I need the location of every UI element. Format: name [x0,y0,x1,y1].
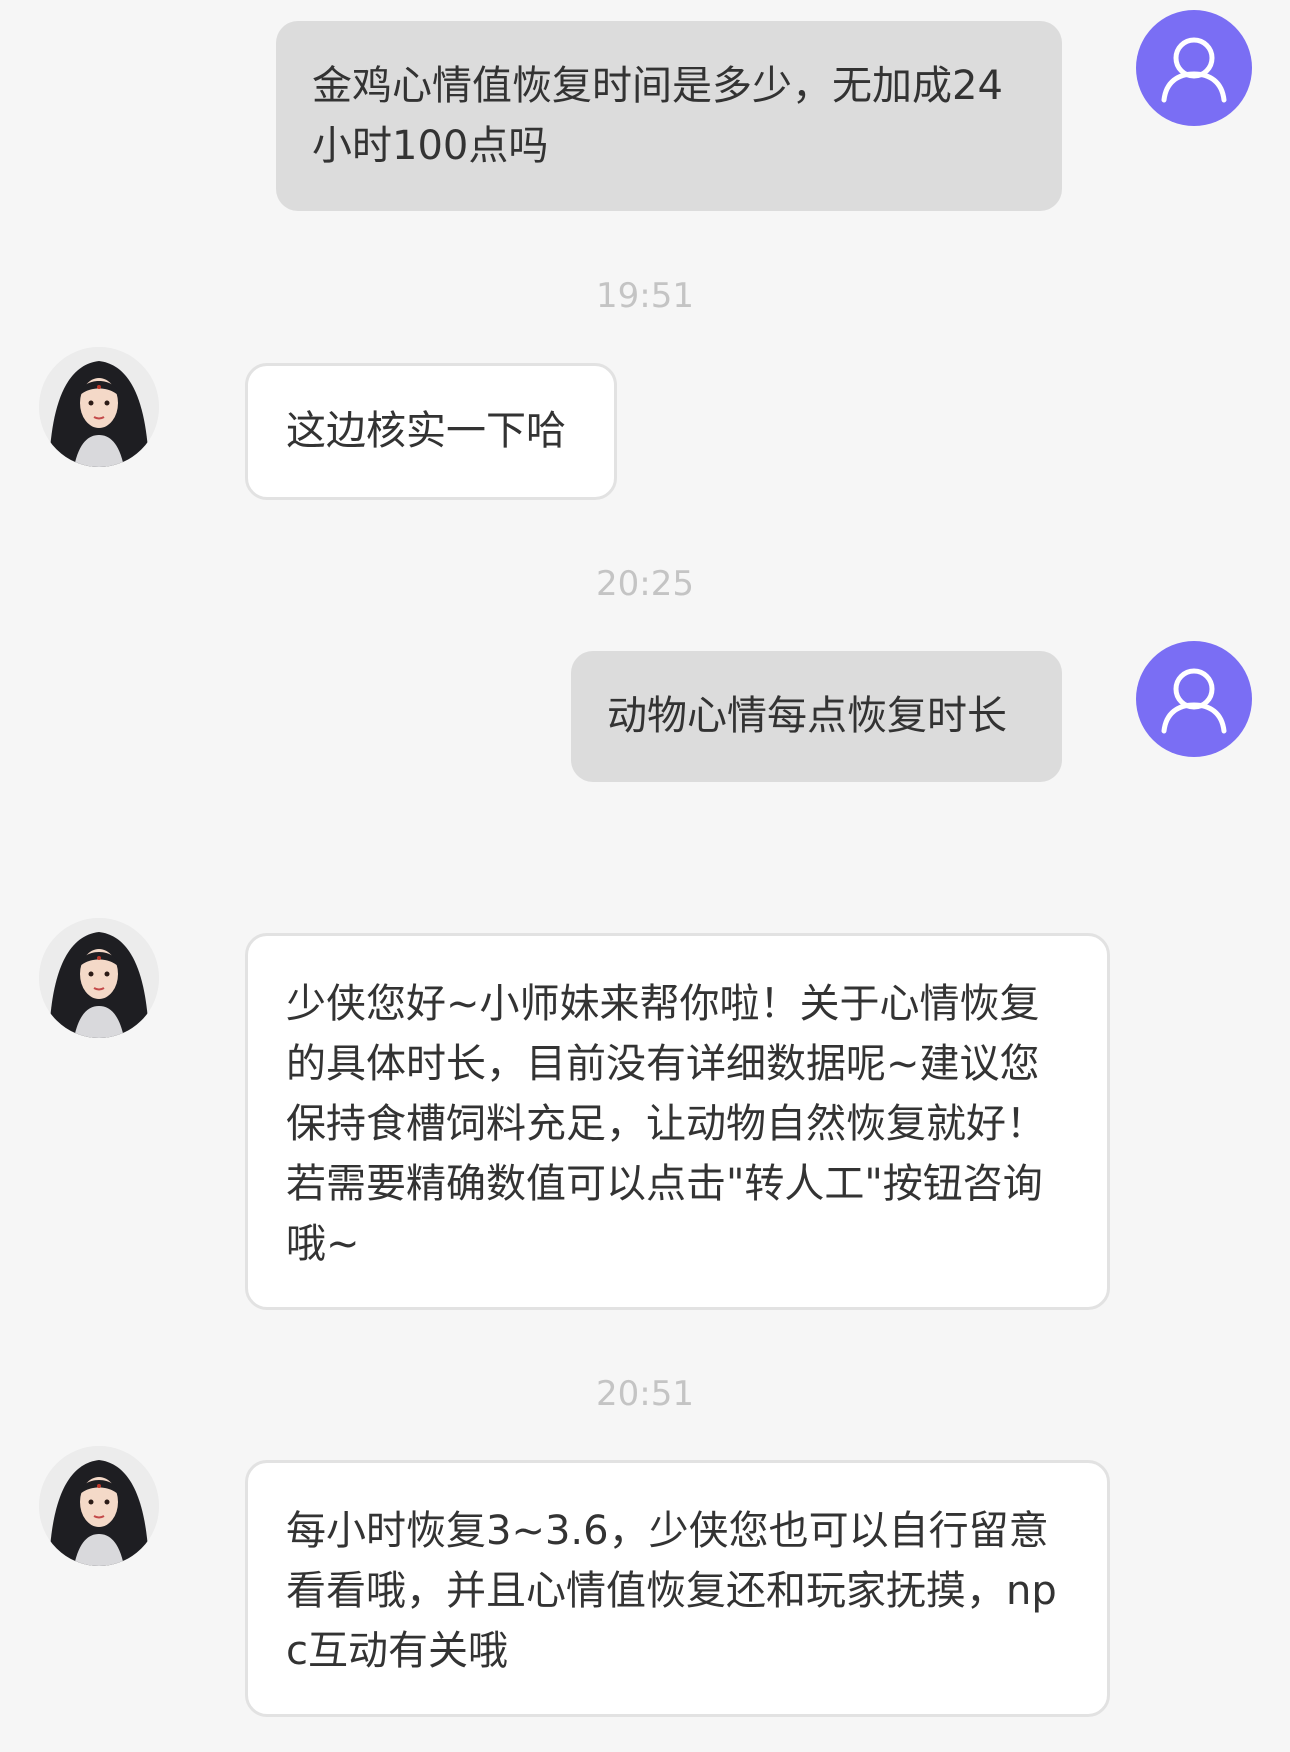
user-avatar[interactable] [1136,641,1252,757]
chat-thread: 金鸡心情值恢复时间是多少，无加成24小时100点吗 19:51 这边核实一下哈 … [0,0,1290,1752]
user-person-icon [1161,668,1227,734]
character-portrait-avatar [39,347,159,467]
timestamp: 19:51 [596,276,694,316]
character-portrait-avatar [39,1446,159,1566]
timestamp: 20:25 [596,564,694,604]
agent-message-bubble[interactable]: 这边核实一下哈 [245,363,617,500]
agent-avatar[interactable] [39,918,159,1038]
agent-avatar[interactable] [39,1446,159,1566]
timestamp: 20:51 [596,1374,694,1414]
user-avatar[interactable] [1136,10,1252,126]
character-portrait-avatar [39,918,159,1038]
agent-message-bubble[interactable]: 少侠您好~小师妹来帮你啦！关于心情恢复的具体时长，目前没有详细数据呢~建议您保持… [245,933,1110,1310]
agent-avatar[interactable] [39,347,159,467]
agent-message-bubble[interactable]: 每小时恢复3~3.6，少侠您也可以自行留意看看哦，并且心情值恢复还和玩家抚摸，n… [245,1460,1110,1717]
user-message-bubble[interactable]: 动物心情每点恢复时长 [571,651,1062,782]
user-person-icon [1161,37,1227,103]
user-message-bubble[interactable]: 金鸡心情值恢复时间是多少，无加成24小时100点吗 [276,21,1062,211]
